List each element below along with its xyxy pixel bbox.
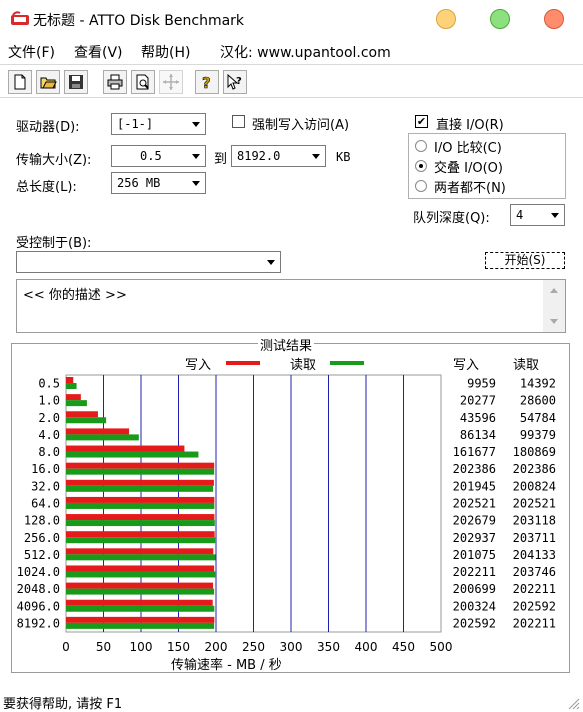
description-text: << 你的描述 >> xyxy=(23,288,127,303)
help-button[interactable]: ? xyxy=(195,70,219,94)
transfer-unit: KB xyxy=(336,150,351,164)
radio-neither-label: 两者都不(N) xyxy=(434,181,506,196)
status-text: 要获得帮助, 请按 F1 xyxy=(3,697,123,712)
menu-localized: 汉化: www.upantool.com xyxy=(220,45,391,61)
controlled-by-select[interactable] xyxy=(16,251,281,273)
status-bar: 要获得帮助, 请按 F1 xyxy=(0,686,583,712)
write-legend-swatch xyxy=(226,361,260,365)
toolbar: ? ? xyxy=(0,64,583,98)
context-help-button[interactable]: ? xyxy=(223,70,247,94)
app-icon xyxy=(11,11,29,25)
total-length-label: 总长度(L): xyxy=(16,180,77,195)
menu-view[interactable]: 查看(V) xyxy=(74,42,123,62)
chevron-down-icon xyxy=(187,114,205,134)
svg-text:?: ? xyxy=(202,74,211,91)
open-button[interactable] xyxy=(36,70,60,94)
resize-grip-icon[interactable] xyxy=(566,696,580,710)
context-help-icon: ? xyxy=(227,73,242,90)
new-button[interactable] xyxy=(8,70,32,94)
print-icon xyxy=(107,74,123,90)
force-write-checkbox[interactable] xyxy=(232,115,245,128)
results-title: 测试结果 xyxy=(258,335,315,354)
title-bar: 无标题 - ATTO Disk Benchmark xyxy=(0,0,583,38)
total-length-select[interactable]: 256 MB xyxy=(111,172,206,194)
save-icon xyxy=(69,75,83,89)
chevron-down-icon xyxy=(187,146,205,166)
scroll-up-icon xyxy=(550,288,558,293)
radio-io-compare-label: I/O 比较(C) xyxy=(434,141,502,156)
window-title: 无标题 - ATTO Disk Benchmark xyxy=(33,13,245,29)
menu-file[interactable]: 文件(F) xyxy=(8,42,55,62)
chevron-down-icon xyxy=(307,146,325,166)
drive-select[interactable]: [-1-] xyxy=(111,113,206,135)
start-button[interactable]: 开始(S) xyxy=(485,252,565,269)
print-button[interactable] xyxy=(103,70,127,94)
direct-io-label: 直接 I/O(R) xyxy=(436,118,504,133)
svg-text:?: ? xyxy=(236,76,242,87)
transfer-size-label: 传输大小(Z): xyxy=(16,153,92,168)
close-button[interactable] xyxy=(544,9,564,29)
write-legend-label: 写入 xyxy=(185,358,212,373)
menu-help[interactable]: 帮助(H) xyxy=(141,42,190,62)
transfer-to-select[interactable]: 8192.0 xyxy=(231,145,326,167)
radio-overlap-io[interactable] xyxy=(415,160,427,172)
chevron-down-icon xyxy=(187,173,205,193)
radio-overlap-io-label: 交叠 I/O(O) xyxy=(434,161,503,176)
results-frame xyxy=(11,343,570,673)
queue-depth-value: 4 xyxy=(516,208,524,222)
maximize-button[interactable] xyxy=(490,9,510,29)
save-button[interactable] xyxy=(64,70,88,94)
radio-neither[interactable] xyxy=(415,180,427,192)
controlled-by-label: 受控制于(B): xyxy=(16,236,92,251)
description-textarea[interactable]: << 你的描述 >> xyxy=(16,279,566,333)
new-icon xyxy=(14,74,26,90)
chevron-down-icon xyxy=(546,205,564,225)
drive-label: 驱动器(D): xyxy=(16,120,80,135)
queue-depth-label: 队列深度(Q): xyxy=(413,211,490,226)
radio-io-compare[interactable] xyxy=(415,140,427,152)
scroll-down-icon xyxy=(550,319,558,324)
move-button[interactable] xyxy=(159,70,183,94)
transfer-to-value: 8192.0 xyxy=(237,149,281,163)
force-write-label: 强制写入访问(A) xyxy=(252,118,350,133)
drive-value: [-1-] xyxy=(117,117,154,131)
menu-bar: 文件(F) 查看(V) 帮助(H) 汉化: www.upantool.com xyxy=(0,38,583,64)
read-column-header: 读取 xyxy=(513,358,540,373)
open-icon xyxy=(40,77,57,89)
read-legend-label: 读取 xyxy=(290,358,317,373)
transfer-to-label: 到 xyxy=(214,152,228,167)
description-scrollbar[interactable] xyxy=(543,280,565,332)
write-column-header: 写入 xyxy=(453,358,480,373)
x-axis-label: 传输速率 - MB / 秒 xyxy=(171,658,282,673)
transfer-from-value: 0.5 xyxy=(140,149,162,163)
read-legend-swatch xyxy=(330,361,364,365)
transfer-from-select[interactable]: 0.5 xyxy=(111,145,206,167)
total-length-value: 256 MB xyxy=(117,176,161,190)
print-preview-button[interactable] xyxy=(131,70,155,94)
print-preview-icon xyxy=(136,74,149,90)
queue-depth-select[interactable]: 4 xyxy=(510,204,565,226)
chevron-down-icon xyxy=(262,252,280,272)
help-icon: ? xyxy=(202,74,211,91)
move-icon xyxy=(163,74,179,90)
minimize-button[interactable] xyxy=(436,9,456,29)
direct-io-checkbox[interactable]: ✔ xyxy=(415,115,428,128)
